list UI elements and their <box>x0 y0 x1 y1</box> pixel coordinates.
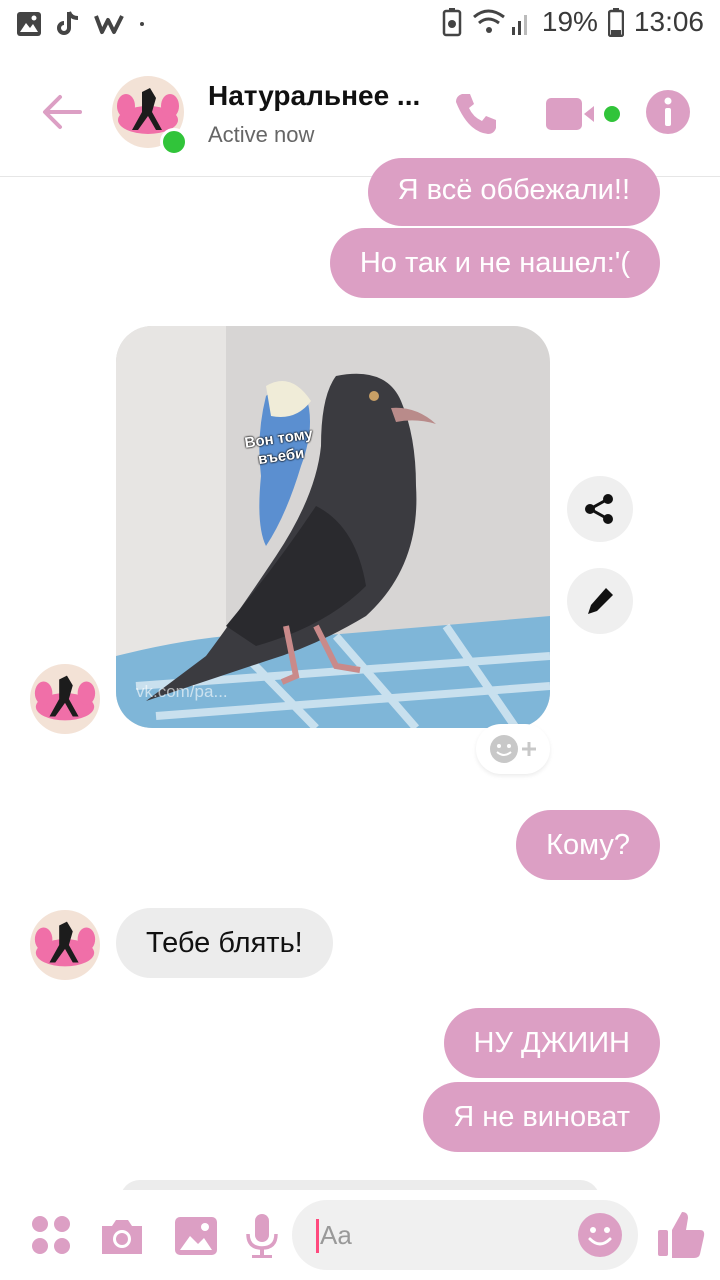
message-bubble-outgoing[interactable]: НУ ДЖИИН <box>443 1008 660 1078</box>
messenger-screen: 19% 13:06 Натуральнее ... Active now Я в… <box>0 0 720 1280</box>
wattpad-icon <box>94 15 124 34</box>
text-caret <box>316 1219 319 1253</box>
clock: 13:06 <box>633 6 704 37</box>
edit-button[interactable] <box>567 568 633 634</box>
apps-menu-icon[interactable] <box>28 1212 76 1260</box>
share-icon <box>585 494 613 524</box>
dot-icon <box>140 22 144 26</box>
info-icon[interactable] <box>644 88 692 136</box>
back-arrow-icon[interactable] <box>40 90 84 134</box>
status-bar: 19% 13:06 <box>0 0 720 50</box>
add-reaction-button[interactable] <box>476 724 550 774</box>
emoji-icon[interactable] <box>576 1211 624 1259</box>
sender-avatar[interactable] <box>30 910 100 980</box>
share-button[interactable] <box>567 476 633 542</box>
message-composer: Aa <box>0 1190 720 1280</box>
sender-avatar[interactable] <box>30 664 100 734</box>
message-bubble-outgoing[interactable]: Кому? <box>516 810 660 880</box>
pigeon-parrot-photo <box>116 326 550 728</box>
online-indicator <box>160 128 188 156</box>
video-call-icon[interactable] <box>544 94 624 134</box>
pencil-icon <box>588 588 613 614</box>
add-reaction-icon <box>490 735 536 763</box>
wifi-signal-icon <box>472 9 527 35</box>
status-right-area: 19% 13:06 <box>442 6 704 38</box>
microphone-icon[interactable] <box>238 1212 286 1260</box>
gallery-icon[interactable] <box>172 1212 220 1260</box>
message-bubble-outgoing[interactable]: Я не виноват <box>423 1082 660 1152</box>
photo-watermark: vk.com/pa... <box>136 682 228 701</box>
status-left-icons <box>16 10 146 38</box>
message-input-placeholder: Aa <box>320 1220 352 1250</box>
message-input[interactable]: Aa <box>292 1200 638 1270</box>
tiktok-icon <box>57 11 79 35</box>
gallery-icon <box>17 12 41 36</box>
camera-icon[interactable] <box>98 1212 146 1260</box>
message-bubble-incoming[interactable]: Тебе блять! <box>116 908 333 978</box>
battery-icon <box>607 8 624 37</box>
contact-status: Active now <box>208 122 315 147</box>
battery-percent: 19% <box>541 6 598 37</box>
message-bubble-outgoing[interactable]: Я всё оббежали!! <box>367 158 660 226</box>
phone-call-icon[interactable] <box>452 90 500 138</box>
battery-saver-icon <box>442 8 462 37</box>
contact-name[interactable]: Натуральнее ... <box>208 80 420 112</box>
thumbs-up-icon[interactable] <box>656 1208 706 1260</box>
message-bubble-outgoing[interactable]: Но так и не нашел:'( <box>329 228 660 298</box>
photo-message[interactable]: Вон тому въеби vk.com/pa... <box>116 326 550 728</box>
